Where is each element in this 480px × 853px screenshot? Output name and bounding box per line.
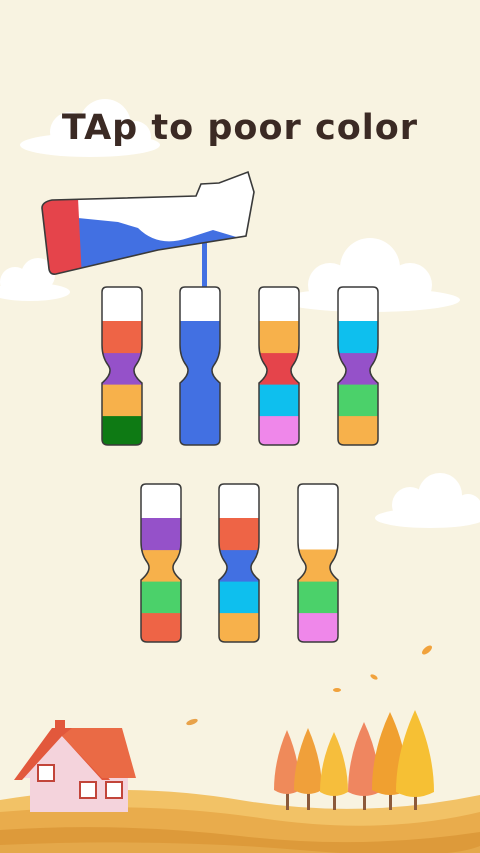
liquid-layer-orange (102, 384, 142, 417)
autumn-trees (274, 710, 434, 810)
liquid-layer-blue (180, 415, 220, 445)
leaf (370, 674, 378, 680)
liquid-layer-pink (259, 415, 299, 445)
liquid-layer-purple (141, 518, 181, 551)
leaf (422, 645, 432, 655)
liquid-layer-red (141, 612, 181, 642)
liquid-layer-blue (180, 352, 220, 385)
liquid-layer-cyan (219, 581, 259, 614)
liquid-layer-blue (219, 549, 259, 582)
leaf (333, 688, 341, 692)
tube-6[interactable] (217, 483, 261, 645)
clouds (0, 99, 480, 528)
tube-3[interactable] (257, 286, 301, 448)
liquid-layer-red (102, 321, 142, 354)
liquid-layer-blue (180, 384, 220, 417)
tubes (100, 286, 380, 645)
liquid-layer-purple (338, 352, 378, 385)
tube-1[interactable] (100, 286, 144, 448)
liquid-layer-cyan (259, 384, 299, 417)
tree (320, 732, 348, 810)
tree (294, 728, 322, 810)
liquid-layer-orange (298, 549, 338, 582)
liquid-layer-pink (298, 612, 338, 642)
liquid-layer-cyan (338, 321, 378, 354)
tube-5[interactable] (139, 483, 183, 645)
liquid-layer-orange (259, 321, 299, 354)
falling-leaves (186, 645, 432, 726)
tree (396, 710, 434, 810)
liquid-layer-orange (338, 415, 378, 445)
tube-7[interactable] (296, 483, 340, 645)
liquid-layer-green (141, 581, 181, 614)
tube-4[interactable] (336, 286, 380, 448)
pouring-bottle[interactable] (38, 170, 255, 280)
liquid-layer-orange (219, 612, 259, 642)
tube-2[interactable] (178, 286, 222, 448)
house-with-red-roof (14, 720, 136, 812)
liquid-layer-red (219, 518, 259, 551)
leaf (186, 718, 198, 726)
liquid-layer-green (338, 384, 378, 417)
liquid-layer-purple (102, 352, 142, 385)
liquid-layer-orange (141, 549, 181, 582)
liquid-layer-green (298, 581, 338, 614)
liquid-layer-dark_green (102, 415, 142, 445)
liquid-layer-blue (180, 321, 220, 354)
cloud (375, 473, 480, 528)
instruction-headline: TAp to poor color (61, 108, 419, 148)
liquid-layer-crimson (259, 352, 299, 385)
